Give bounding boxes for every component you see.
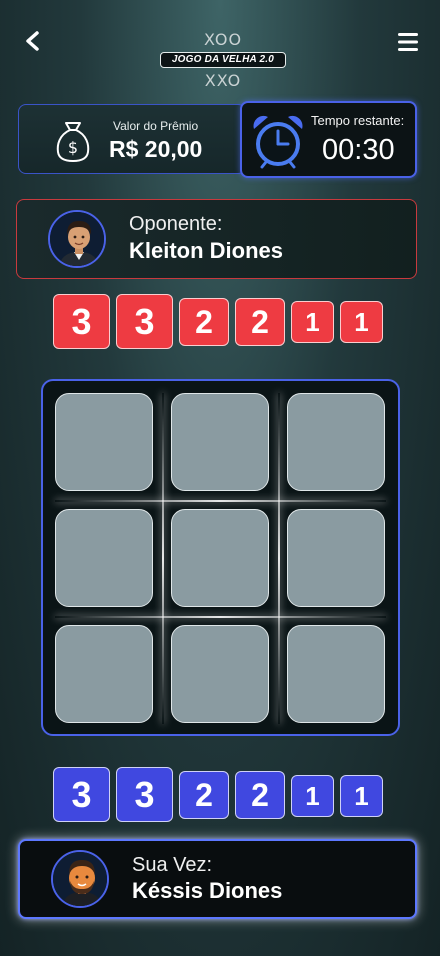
timer-card: Tempo restante: 00:30 — [240, 101, 417, 178]
opponent-card: Oponente: Kleiton Diones — [16, 199, 417, 279]
svg-text:$: $ — [68, 138, 78, 157]
grid-line — [55, 616, 386, 618]
board-cell[interactable] — [55, 625, 153, 723]
grid-line — [278, 393, 280, 724]
board-cell[interactable] — [55, 393, 153, 491]
opponent-name: Kleiton Diones — [129, 238, 284, 263]
board-cell[interactable] — [171, 509, 269, 607]
board-cell[interactable] — [287, 509, 385, 607]
player-piece[interactable]: 1 — [340, 775, 383, 817]
player-piece[interactable]: 3 — [53, 767, 110, 822]
player-piece[interactable]: 2 — [235, 771, 285, 819]
player-name: Késsis Diones — [132, 878, 283, 903]
player-piece[interactable]: 1 — [291, 775, 334, 817]
opponent-piece[interactable]: 1 — [291, 301, 334, 343]
game-logo: XOO JOGO DA VELHA 2.0 XXO — [160, 30, 286, 96]
player-turn-card: Sua Vez: Késsis Diones — [18, 839, 417, 919]
grid-line — [162, 393, 164, 724]
opponent-piece[interactable]: 3 — [53, 294, 110, 349]
hamburger-menu-icon[interactable] — [396, 30, 420, 54]
top-bar: XOO JOGO DA VELHA 2.0 XXO — [0, 0, 440, 100]
logo-title: JOGO DA VELHA 2.0 — [160, 52, 286, 68]
prize-value: R$ 20,00 — [109, 136, 203, 162]
timer-value: 00:30 — [322, 134, 395, 166]
player-turn-label: Sua Vez: — [132, 854, 213, 876]
chevron-left-icon[interactable] — [20, 28, 46, 54]
grid-line — [55, 500, 386, 502]
board-cell[interactable] — [287, 625, 385, 723]
prize-label: Valor do Prêmio — [113, 119, 199, 133]
logo-top-row: XOO — [203, 30, 243, 49]
opponent-piece[interactable]: 2 — [179, 298, 229, 346]
opponent-piece[interactable]: 2 — [235, 298, 285, 346]
player-avatar — [51, 850, 109, 908]
opponent-piece[interactable]: 3 — [116, 294, 173, 349]
logo-bottom-row: XXO — [204, 71, 242, 90]
opponent-avatar — [48, 210, 106, 268]
board-cell[interactable] — [287, 393, 385, 491]
board-cell[interactable] — [55, 509, 153, 607]
opponent-label: Oponente: — [129, 213, 223, 235]
player-piece[interactable]: 3 — [116, 767, 173, 822]
player-avatar-image — [53, 852, 107, 906]
board-cell[interactable] — [171, 625, 269, 723]
board-cell[interactable] — [171, 393, 269, 491]
alarm-clock-icon — [253, 115, 303, 169]
opponent-piece[interactable]: 1 — [340, 301, 383, 343]
opponent-avatar-image — [50, 212, 104, 266]
timer-label: Tempo restante: — [311, 113, 405, 128]
player-piece[interactable]: 2 — [179, 771, 229, 819]
prize-card: $ Valor do Prêmio R$ 20,00 — [18, 104, 246, 174]
game-board — [41, 379, 400, 736]
money-bag-icon: $ — [56, 122, 90, 162]
